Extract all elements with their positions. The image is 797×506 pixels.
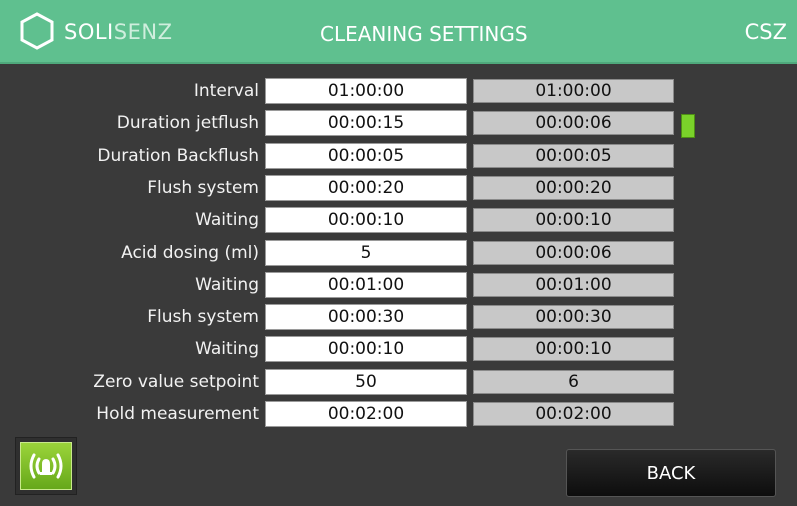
setpoint-input[interactable]: 00:00:30 [265,304,467,330]
setting-row: Zero value setpoint 50 6 [0,369,797,395]
setting-label: Duration jetflush [116,113,259,133]
setting-label: Waiting [195,275,259,295]
actual-value-display: 00:02:00 [473,402,674,426]
setpoint-input[interactable]: 5 [265,240,467,266]
page-title: CLEANING SETTINGS [320,22,528,46]
setting-label: Duration Backflush [97,146,259,166]
device-code: CSZ [744,20,787,44]
alarm-bell-icon [20,442,72,490]
actual-value-display: 01:00:00 [473,79,674,103]
actual-value-display: 00:00:20 [473,176,674,200]
setting-row: Flush system 00:00:30 00:00:30 [0,304,797,330]
actual-value-display: 00:00:30 [473,305,674,329]
setting-label: Acid dosing (ml) [121,243,259,263]
setting-label: Flush system [147,307,259,327]
setting-label: Flush system [147,178,259,198]
setpoint-input[interactable]: 00:00:10 [265,336,467,362]
setting-label: Zero value setpoint [93,372,259,392]
setting-row: Waiting 00:01:00 00:01:00 [0,272,797,298]
setpoint-input[interactable]: 00:00:05 [265,143,467,169]
actual-value-display: 00:00:06 [473,241,674,265]
solisenz-logo-icon [20,12,54,50]
setting-label: Waiting [195,339,259,359]
brand-logo-text: SOLISENZ [64,20,173,44]
back-button[interactable]: BACK [566,449,776,497]
alarm-button[interactable] [15,437,77,495]
setting-label: Hold measurement [96,404,259,424]
actual-value-display: 00:01:00 [473,273,674,297]
setpoint-input[interactable]: 01:00:00 [265,78,467,104]
setting-label: Interval [193,81,259,101]
setting-row: Waiting 00:00:10 00:00:10 [0,336,797,362]
setpoint-input[interactable]: 50 [265,369,467,395]
setting-row: Waiting 00:00:10 00:00:10 [0,207,797,233]
setting-row: Interval 01:00:00 01:00:00 [0,78,797,104]
setpoint-input[interactable]: 00:00:10 [265,207,467,233]
setpoint-input[interactable]: 00:02:00 [265,401,467,427]
setting-row: Flush system 00:00:20 00:00:20 [0,175,797,201]
actual-value-display: 6 [473,370,674,394]
setpoint-input[interactable]: 00:01:00 [265,272,467,298]
setting-row: Hold measurement 00:02:00 00:02:00 [0,401,797,427]
setpoint-input[interactable]: 00:00:15 [265,110,467,136]
actual-value-display: 00:00:10 [473,337,674,361]
setting-row: Duration Backflush 00:00:05 00:00:05 [0,143,797,169]
actual-value-display: 00:00:10 [473,208,674,232]
setting-row: Acid dosing (ml) 5 00:00:06 [0,240,797,266]
setting-row: Duration jetflush 00:00:15 00:00:06 [0,110,797,136]
setpoint-input[interactable]: 00:00:20 [265,175,467,201]
actual-value-display: 00:00:05 [473,144,674,168]
jetflush-status-led [681,114,695,138]
setting-label: Waiting [195,210,259,230]
actual-value-display: 00:00:06 [473,111,674,135]
header-bar: SOLISENZ CLEANING SETTINGS CSZ [0,0,797,64]
